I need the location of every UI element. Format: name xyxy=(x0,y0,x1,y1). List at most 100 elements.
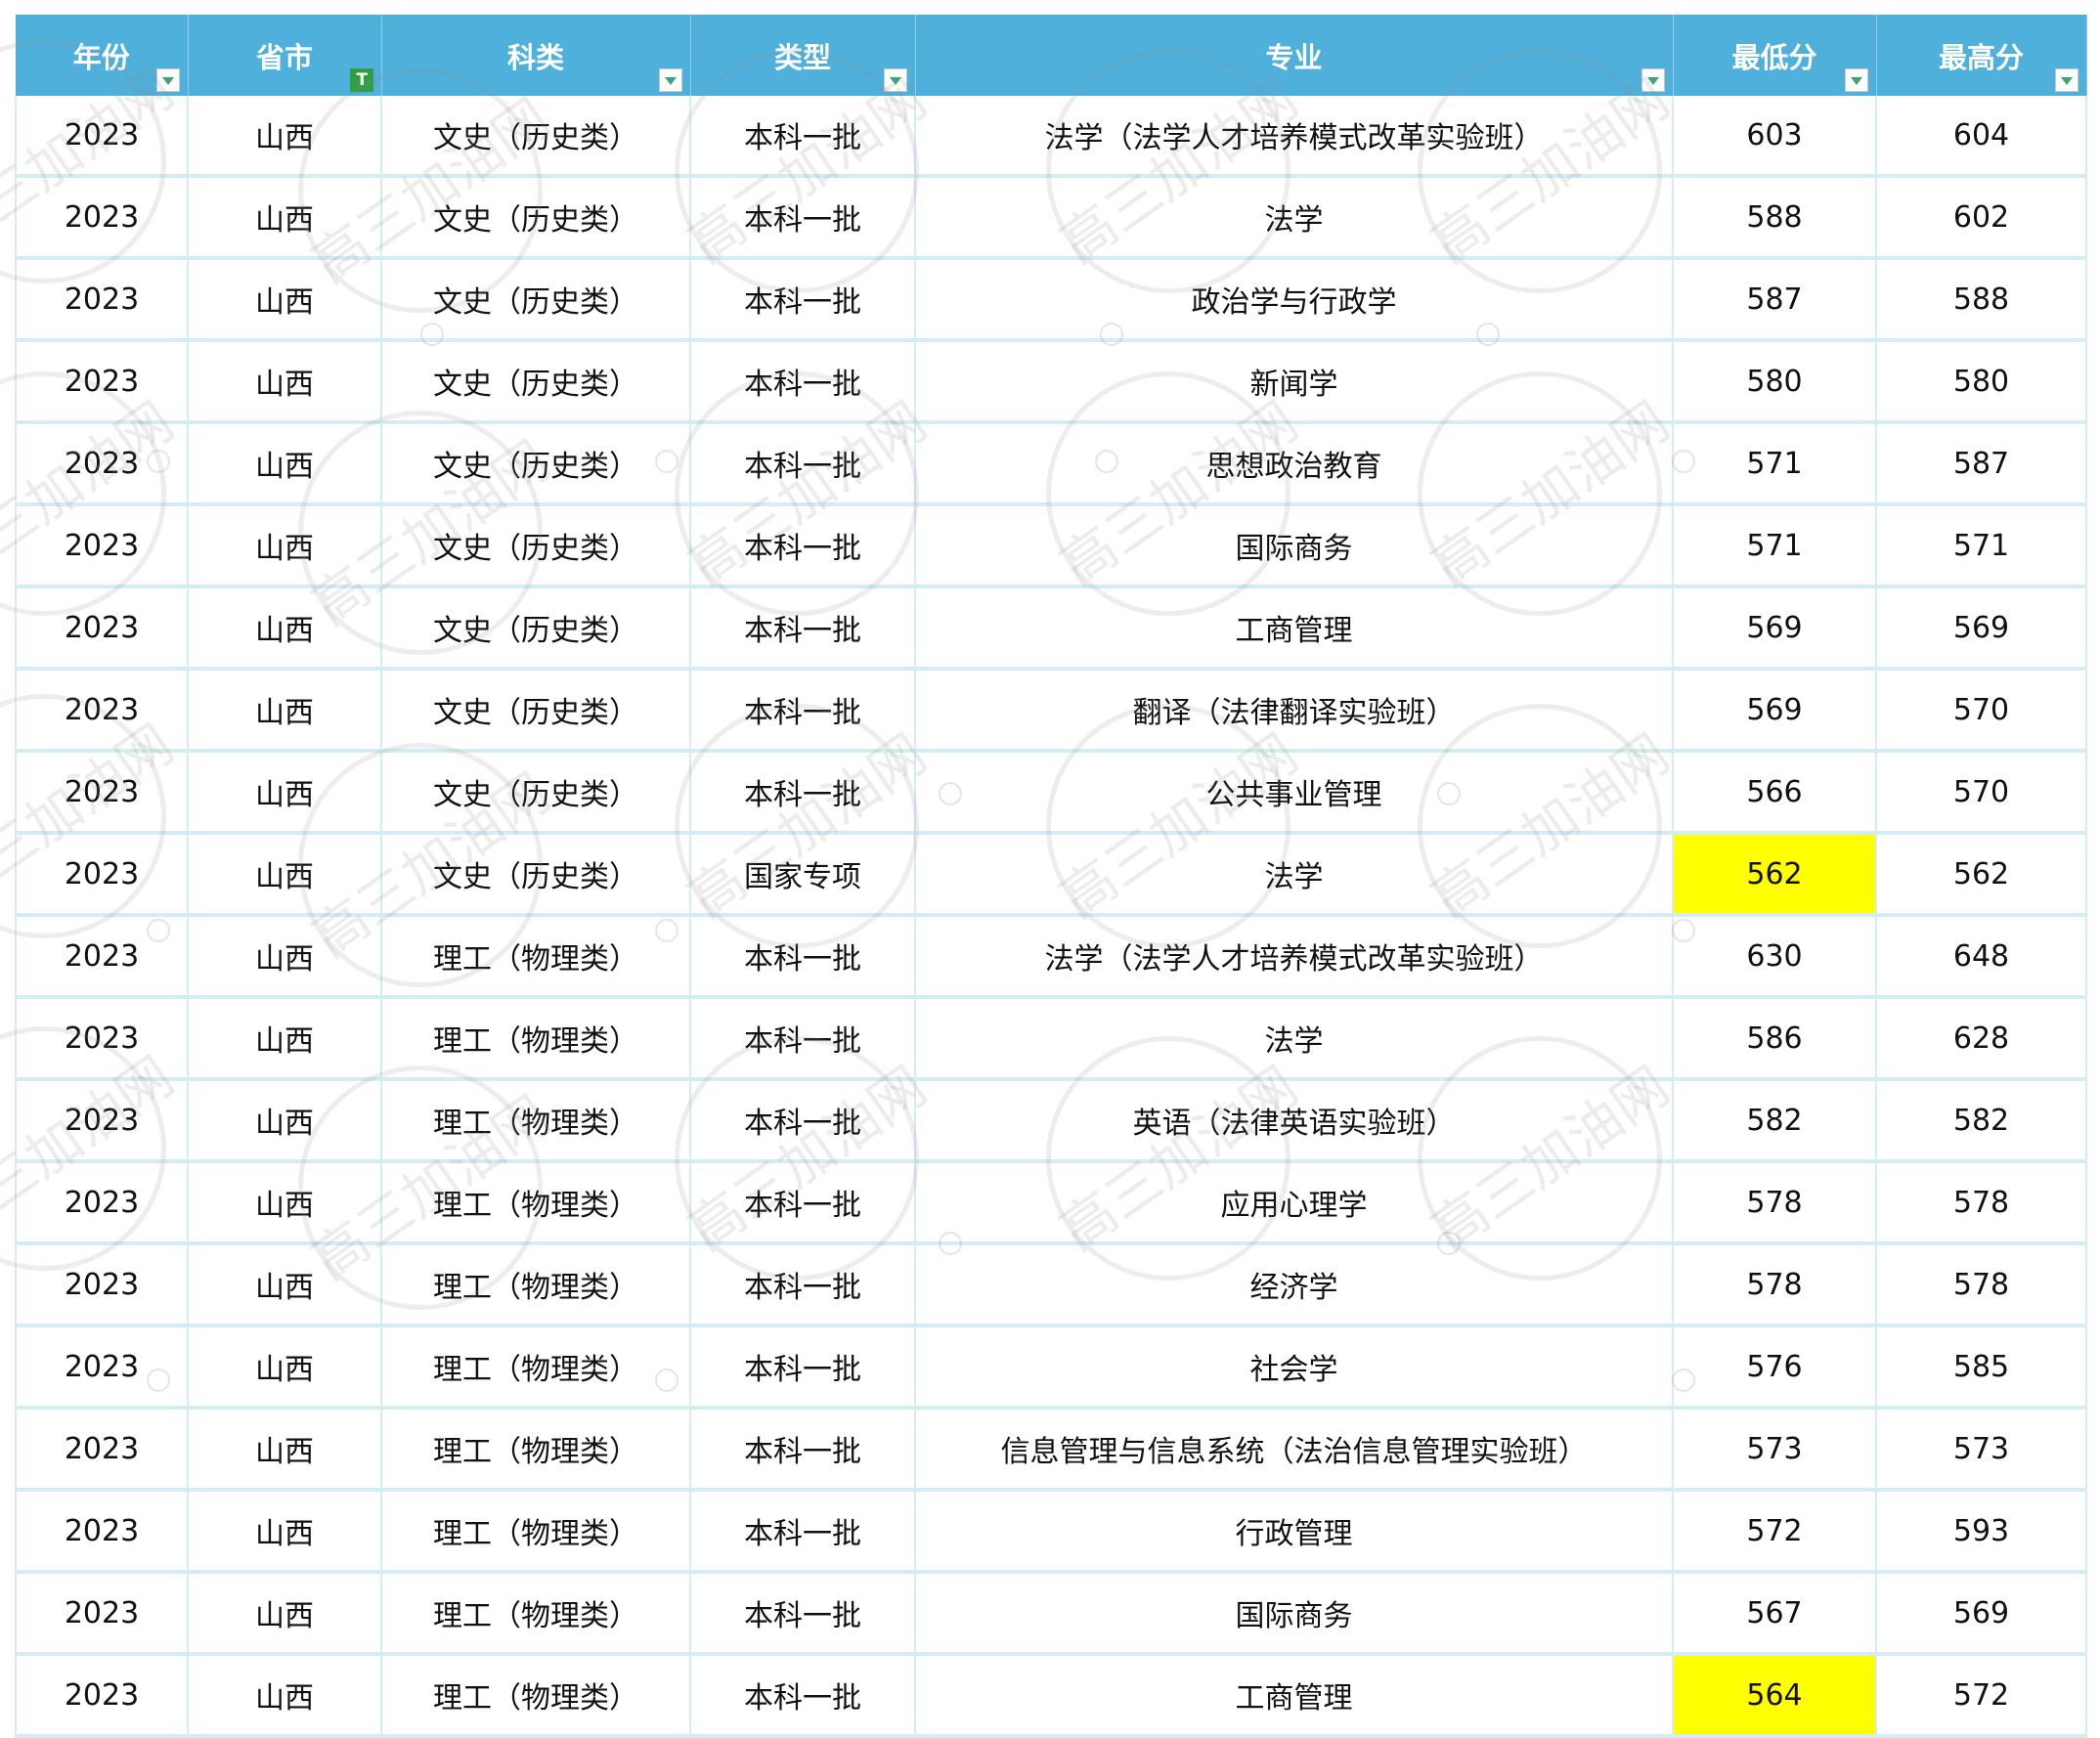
min-score-cell[interactable]: 578 xyxy=(1673,1243,1877,1327)
province-cell[interactable]: 山西 xyxy=(188,833,382,917)
year-cell[interactable]: 2023 xyxy=(15,997,189,1081)
major-cell[interactable]: 思想政治教育 xyxy=(915,422,1674,506)
column-header-type[interactable]: 类型 xyxy=(690,15,916,96)
min-score-cell[interactable]: 564 xyxy=(1673,1654,1877,1738)
major-cell[interactable]: 行政管理 xyxy=(915,1490,1674,1574)
filter-dropdown-icon[interactable] xyxy=(1641,68,1665,92)
province-cell[interactable]: 山西 xyxy=(188,1161,382,1245)
major-cell[interactable]: 英语（法律英语实验班） xyxy=(915,1079,1674,1163)
type-cell[interactable]: 本科一批 xyxy=(690,1161,916,1245)
major-cell[interactable]: 工商管理 xyxy=(915,587,1674,671)
type-cell[interactable]: 本科一批 xyxy=(690,340,916,424)
min-score-cell[interactable]: 562 xyxy=(1673,833,1877,917)
major-cell[interactable]: 法学 xyxy=(915,833,1674,917)
type-cell[interactable]: 国家专项 xyxy=(690,833,916,917)
major-cell[interactable]: 国际商务 xyxy=(915,504,1674,588)
year-cell[interactable]: 2023 xyxy=(15,1490,189,1574)
max-score-cell[interactable]: 572 xyxy=(1876,1654,2087,1738)
filter-dropdown-icon[interactable] xyxy=(883,68,907,92)
type-cell[interactable]: 本科一批 xyxy=(690,997,916,1081)
province-cell[interactable]: 山西 xyxy=(188,422,382,506)
max-score-cell[interactable]: 578 xyxy=(1876,1243,2087,1327)
type-cell[interactable]: 本科一批 xyxy=(690,176,916,260)
major-cell[interactable]: 工商管理 xyxy=(915,1654,1674,1738)
year-cell[interactable]: 2023 xyxy=(15,915,189,999)
category-cell[interactable]: 文史（历史类） xyxy=(381,669,691,753)
min-score-cell[interactable]: 573 xyxy=(1673,1408,1877,1492)
province-cell[interactable]: 山西 xyxy=(188,1490,382,1574)
year-cell[interactable]: 2023 xyxy=(15,96,189,178)
year-cell[interactable]: 2023 xyxy=(15,1325,189,1410)
type-cell[interactable]: 本科一批 xyxy=(690,504,916,588)
max-score-cell[interactable]: 582 xyxy=(1876,1079,2087,1163)
min-score-cell[interactable]: 566 xyxy=(1673,751,1877,835)
type-cell[interactable]: 本科一批 xyxy=(690,669,916,753)
min-score-cell[interactable]: 571 xyxy=(1673,422,1877,506)
column-header-major[interactable]: 专业 xyxy=(915,15,1674,96)
major-cell[interactable]: 国际商务 xyxy=(915,1572,1674,1656)
province-cell[interactable]: 山西 xyxy=(188,1243,382,1327)
min-score-cell[interactable]: 569 xyxy=(1673,669,1877,753)
max-score-cell[interactable]: 570 xyxy=(1876,669,2087,753)
province-cell[interactable]: 山西 xyxy=(188,96,382,178)
province-cell[interactable]: 山西 xyxy=(188,504,382,588)
year-cell[interactable]: 2023 xyxy=(15,833,189,917)
category-cell[interactable]: 理工（物理类） xyxy=(381,1408,691,1492)
column-header-year[interactable]: 年份 xyxy=(16,15,189,96)
year-cell[interactable]: 2023 xyxy=(15,1408,189,1492)
category-cell[interactable]: 理工（物理类） xyxy=(381,1325,691,1410)
year-cell[interactable]: 2023 xyxy=(15,176,189,260)
type-cell[interactable]: 本科一批 xyxy=(690,587,916,671)
year-cell[interactable]: 2023 xyxy=(15,504,189,588)
category-cell[interactable]: 文史（历史类） xyxy=(381,751,691,835)
min-score-cell[interactable]: 630 xyxy=(1673,915,1877,999)
category-cell[interactable]: 理工（物理类） xyxy=(381,1243,691,1327)
province-cell[interactable]: 山西 xyxy=(188,1408,382,1492)
filter-dropdown-icon[interactable] xyxy=(658,68,682,92)
province-cell[interactable]: 山西 xyxy=(188,340,382,424)
category-cell[interactable]: 理工（物理类） xyxy=(381,1490,691,1574)
min-score-cell[interactable]: 582 xyxy=(1673,1079,1877,1163)
year-cell[interactable]: 2023 xyxy=(15,1654,189,1738)
min-score-cell[interactable]: 576 xyxy=(1673,1325,1877,1410)
filter-dropdown-icon[interactable] xyxy=(1844,68,1868,92)
category-cell[interactable]: 理工（物理类） xyxy=(381,1161,691,1245)
max-score-cell[interactable]: 593 xyxy=(1876,1490,2087,1574)
year-cell[interactable]: 2023 xyxy=(15,587,189,671)
type-cell[interactable]: 本科一批 xyxy=(690,1243,916,1327)
category-cell[interactable]: 理工（物理类） xyxy=(381,1079,691,1163)
max-score-cell[interactable]: 573 xyxy=(1876,1408,2087,1492)
category-cell[interactable]: 文史（历史类） xyxy=(381,96,691,178)
province-cell[interactable]: 山西 xyxy=(188,176,382,260)
year-cell[interactable]: 2023 xyxy=(15,340,189,424)
column-header-min-score[interactable]: 最低分 xyxy=(1673,15,1877,96)
major-cell[interactable]: 经济学 xyxy=(915,1243,1674,1327)
category-cell[interactable]: 理工（物理类） xyxy=(381,915,691,999)
max-score-cell[interactable]: 602 xyxy=(1876,176,2087,260)
major-cell[interactable]: 信息管理与信息系统（法治信息管理实验班） xyxy=(915,1408,1674,1492)
major-cell[interactable]: 政治学与行政学 xyxy=(915,258,1674,342)
major-cell[interactable]: 法学 xyxy=(915,997,1674,1081)
max-score-cell[interactable]: 585 xyxy=(1876,1325,2087,1410)
max-score-cell[interactable]: 648 xyxy=(1876,915,2087,999)
type-cell[interactable]: 本科一批 xyxy=(690,1325,916,1410)
type-cell[interactable]: 本科一批 xyxy=(690,1490,916,1574)
column-header-province[interactable]: 省市 xyxy=(188,15,382,96)
category-cell[interactable]: 文史（历史类） xyxy=(381,587,691,671)
min-score-cell[interactable]: 571 xyxy=(1673,504,1877,588)
province-cell[interactable]: 山西 xyxy=(188,669,382,753)
major-cell[interactable]: 新闻学 xyxy=(915,340,1674,424)
province-cell[interactable]: 山西 xyxy=(188,1654,382,1738)
province-cell[interactable]: 山西 xyxy=(188,1325,382,1410)
year-cell[interactable]: 2023 xyxy=(15,1572,189,1656)
category-cell[interactable]: 文史（历史类） xyxy=(381,833,691,917)
filter-active-icon[interactable] xyxy=(349,68,373,92)
type-cell[interactable]: 本科一批 xyxy=(690,915,916,999)
filter-dropdown-icon[interactable] xyxy=(155,68,180,92)
filter-dropdown-icon[interactable] xyxy=(2054,68,2078,92)
category-cell[interactable]: 文史（历史类） xyxy=(381,176,691,260)
year-cell[interactable]: 2023 xyxy=(15,1161,189,1245)
province-cell[interactable]: 山西 xyxy=(188,997,382,1081)
min-score-cell[interactable]: 572 xyxy=(1673,1490,1877,1574)
column-header-max-score[interactable]: 最高分 xyxy=(1876,15,2087,96)
